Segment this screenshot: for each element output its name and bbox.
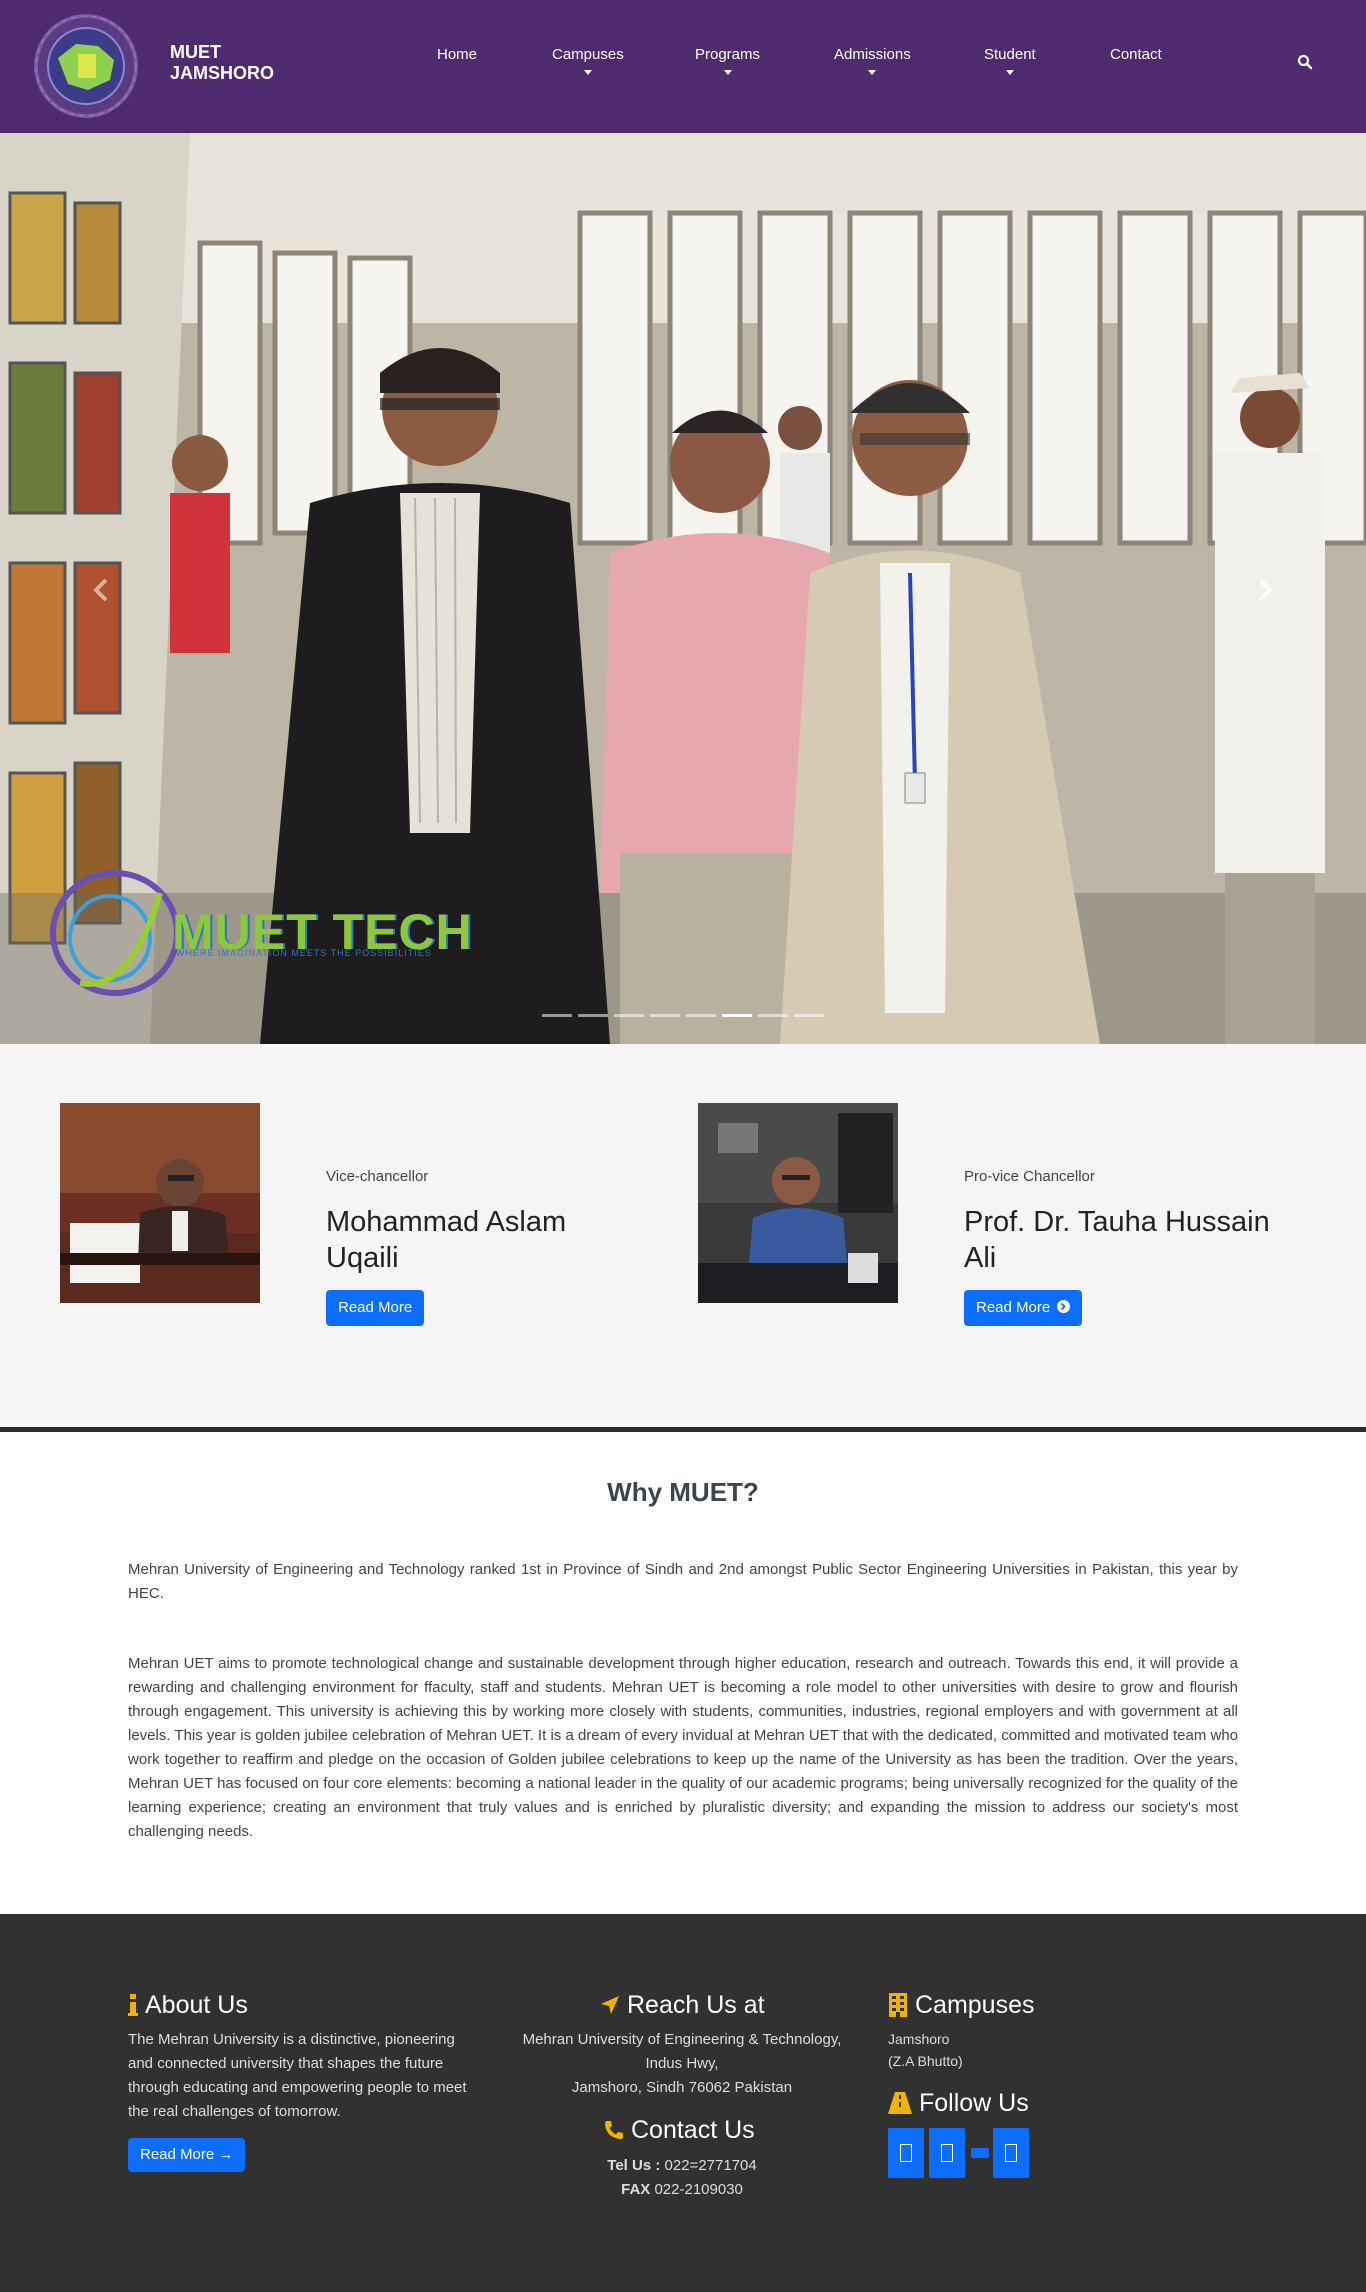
chevron-down-icon (868, 70, 877, 75)
vice-chancellor-read-more-label: Read More (338, 1299, 413, 1316)
youtube-button[interactable] (971, 2148, 989, 2158)
tel-label: Tel Us : (607, 2157, 661, 2174)
why-muet-title: Why MUET? (607, 1477, 759, 1507)
fax-label: FAX (621, 2181, 651, 2198)
chevron-down-icon (1005, 70, 1014, 75)
carousel-indicator[interactable] (650, 1014, 680, 1017)
tel-value: 022=2771704 (664, 2157, 757, 2174)
linkedin-button[interactable] (993, 2128, 1029, 2178)
nav-admissions[interactable]: Admissions (834, 46, 911, 75)
contact-fax-line: FAX 022-2109030 (482, 2178, 882, 2202)
vice-chancellor-read-more-button[interactable]: Read More (326, 1290, 425, 1326)
pro-vice-chancellor-photo (698, 1103, 898, 1303)
contact-us-heading: Contact Us (604, 2115, 755, 2145)
carousel-prev-button[interactable] (86, 570, 116, 610)
linkedin-icon (1005, 2144, 1017, 2162)
phone-icon (605, 2121, 623, 2139)
building-icon (889, 1993, 907, 2017)
nav-home-label: Home (437, 46, 478, 63)
hero-overlay-tagline: WHERE IMAGINATION MEETS THE POSSIBILITIE… (176, 948, 432, 958)
reach-us-address-line1: Mehran University of Engineering & Techn… (522, 2031, 842, 2048)
follow-us-title: Follow Us (919, 2089, 1029, 2117)
facebook-button[interactable] (888, 2128, 924, 2178)
campuses-heading: Campuses (888, 1990, 1035, 2020)
chevron-down-icon (583, 70, 592, 75)
why-muet-ranking-text: Mehran University of Engineering and Tec… (128, 1561, 1238, 1602)
chevron-down-icon (723, 70, 732, 75)
pro-vice-chancellor-read-more-label: Read More (976, 1299, 1051, 1316)
facebook-icon (900, 2144, 912, 2162)
carousel-indicator[interactable] (614, 1014, 644, 1017)
nav-programs-label: Programs (695, 46, 761, 63)
nav-student[interactable]: Student (984, 46, 1036, 75)
nav-programs[interactable]: Programs (695, 46, 760, 75)
nav-contact[interactable]: Contact (1110, 46, 1162, 63)
leadership-section: Vice-chancellor Mohammad Aslam Uqaili Re… (0, 1044, 1366, 1432)
vice-chancellor-photo (60, 1103, 260, 1303)
twitter-button[interactable] (929, 2128, 965, 2178)
info-icon (128, 1994, 138, 2016)
reach-us-title: Reach Us at (627, 1991, 765, 2019)
about-read-more-label: Read More → (140, 2146, 234, 2163)
reach-us-heading: Reach Us at (600, 1990, 765, 2020)
carousel-indicator[interactable] (794, 1014, 824, 1017)
nav-student-label: Student (984, 46, 1036, 63)
chevron-left-icon (93, 578, 108, 602)
fax-value: 022-2109030 (654, 2181, 743, 2198)
about-us-heading: About Us (128, 1990, 248, 2020)
contact-us-title: Contact Us (631, 2116, 755, 2144)
carousel-indicator[interactable] (578, 1014, 608, 1017)
twitter-icon (941, 2144, 953, 2162)
pro-vice-chancellor-role: Pro-vice Chancellor (964, 1168, 1095, 1185)
campuses-title: Campuses (915, 1991, 1035, 2019)
hero-carousel: . MUET TECH WHERE IMAGINATION MEETS THE … (0, 133, 1366, 1044)
nav-admissions-label: Admissions (834, 46, 911, 63)
about-us-text: The Mehran University is a distinctive, … (128, 2031, 467, 2120)
search-icon[interactable] (1297, 54, 1313, 70)
carousel-indicator[interactable] (758, 1014, 788, 1017)
contact-tel-line: Tel Us : 022=2771704 (482, 2154, 882, 2178)
about-us-title: About Us (145, 1991, 248, 2019)
pro-vice-chancellor-read-more-button[interactable]: Read More (964, 1290, 1083, 1326)
arrow-circle-right-icon (1057, 1300, 1071, 1313)
road-icon (888, 2092, 912, 2114)
carousel-next-button[interactable] (1250, 570, 1280, 610)
university-logo[interactable] (28, 10, 144, 122)
reach-us-address-line2: Indus Hwy, (645, 2055, 719, 2072)
vice-chancellor-name: Mohammad Aslam Uqaili (326, 1206, 567, 1274)
carousel-indicator[interactable] (686, 1014, 716, 1017)
nav-campuses[interactable]: Campuses (552, 46, 624, 75)
reach-us-address-line3: Jamshoro, Sindh 76062 Pakistan (571, 2079, 793, 2096)
vice-chancellor-role: Vice-chancellor (326, 1168, 429, 1185)
chevron-right-icon (1258, 578, 1273, 602)
nav-campuses-label: Campuses (552, 46, 624, 63)
carousel-indicator[interactable] (542, 1014, 572, 1017)
pro-vice-chancellor-name: Prof. Dr. Tauha Hussain Ali (964, 1206, 1270, 1274)
about-read-more-button[interactable]: Read More → (128, 2138, 246, 2172)
location-arrow-icon (601, 1996, 619, 2014)
campus-jamshoro[interactable]: Jamshoro (888, 2028, 949, 2050)
nav-contact-label: Contact (1110, 46, 1162, 63)
why-muet-description-text: Mehran UET aims to promote technological… (128, 1655, 1239, 1840)
campus-za-bhutto[interactable]: (Z.A Bhutto) (888, 2050, 963, 2072)
carousel-indicator-active[interactable] (722, 1014, 752, 1017)
brand-name[interactable]: MUET JAMSHORO (170, 42, 274, 84)
follow-us-heading: Follow Us (888, 2088, 1029, 2118)
nav-home[interactable]: Home (437, 46, 477, 63)
navbar: MUET JAMSHORO Home Campuses Programs Adm… (0, 0, 1366, 133)
